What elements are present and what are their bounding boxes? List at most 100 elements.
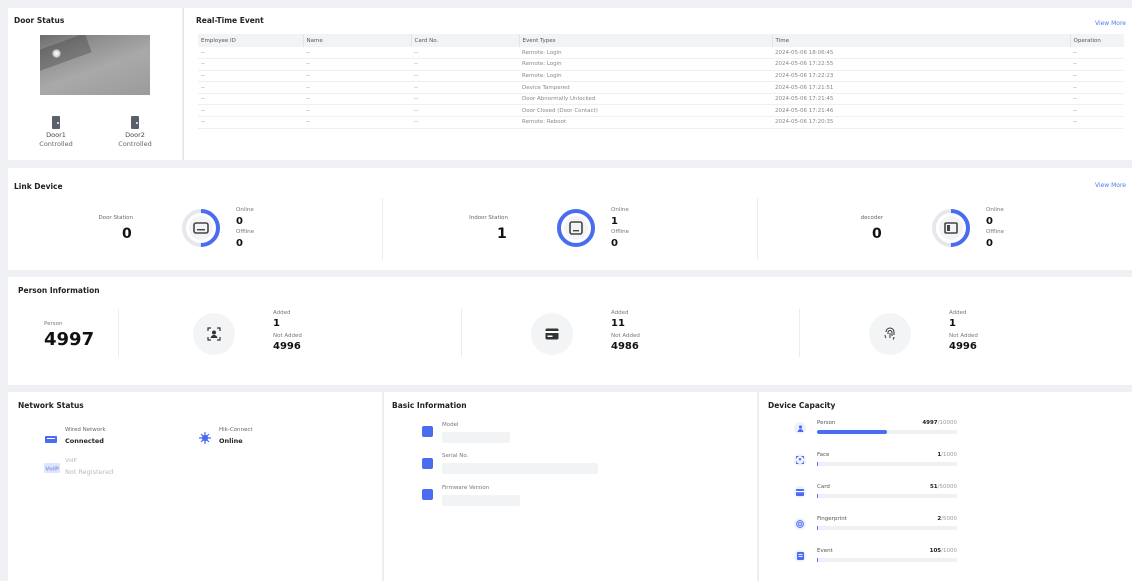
capacity-value: 51/50000	[897, 484, 957, 490]
table-cell: --	[198, 93, 303, 106]
door-item-1[interactable]: Door1 Controlled	[36, 116, 76, 149]
col-time[interactable]: Time	[771, 34, 1070, 47]
capacity-used: 51	[929, 484, 938, 490]
link-device-decoder[interactable]: decoder 0 Online 0 Offline 0	[758, 198, 1132, 258]
capacity-bar	[817, 430, 957, 434]
online-count: 1	[611, 216, 618, 227]
col-event-types[interactable]: Event Types	[518, 34, 772, 47]
offline-count: 0	[236, 238, 243, 249]
table-cell: --	[303, 81, 411, 94]
online-count: 0	[236, 216, 243, 227]
link-device-indoor-station[interactable]: Indoor Station 1 Online 1 Offline 0	[383, 198, 757, 258]
not-added-count: 4996	[949, 341, 977, 352]
offline-label: Offline	[611, 229, 630, 235]
online-count: 0	[986, 216, 993, 227]
table-cell: 2024-05-06 18:06:45	[772, 47, 1070, 60]
capacity-bar-fill	[817, 526, 818, 530]
table-row[interactable]: -- -- -- Remote: Reboot 2024-05-06 17:20:35-…	[198, 116, 1124, 129]
table-cell: --	[1070, 47, 1124, 60]
table-cell: --	[198, 47, 303, 60]
link-device-panel: Link Device View More Door Station 0 Onlin…	[8, 168, 1132, 270]
door-status-title: Door Status	[14, 16, 65, 25]
table-cell: --	[411, 116, 519, 129]
table-cell: Door Abnormally Unlocked	[519, 93, 772, 106]
capacity-value: 105/1000	[897, 548, 957, 554]
table-cell: --	[198, 81, 303, 94]
table-cell: --	[411, 70, 519, 83]
device-type-label: Indoor Station	[469, 215, 508, 221]
wired-network-value: Connected	[65, 437, 104, 445]
not-added-label: Not Added	[273, 333, 302, 339]
link-device-door-station[interactable]: Door Station 0 Online 0 Offline 0	[8, 198, 382, 258]
device-ring-chart	[557, 209, 595, 247]
network-status-panel: Network Status Wired Network Connected H…	[8, 392, 382, 581]
table-cell: --	[303, 93, 411, 106]
network-status-title: Network Status	[18, 401, 84, 410]
device-count: 1	[497, 226, 507, 242]
serial-icon	[422, 458, 433, 469]
event-table: Employee ID Name Card No. Event Types Ti…	[198, 34, 1124, 129]
col-card-no[interactable]: Card No.	[410, 34, 519, 47]
not-added-label: Not Added	[949, 333, 978, 339]
capacity-label: Card	[817, 484, 830, 490]
person-icon	[794, 422, 806, 434]
online-label: Online	[611, 207, 629, 213]
table-cell: --	[303, 47, 411, 60]
table-row[interactable]: -- -- -- Remote: Login 2024-05-06 17:22:55 --	[198, 58, 1124, 71]
added-label: Added	[273, 310, 291, 316]
table-cell: --	[1070, 116, 1124, 129]
firmware-icon	[422, 489, 433, 500]
table-row[interactable]: -- -- -- Remote: Login 2024-05-06 17:22:23 --	[198, 70, 1124, 83]
capacity-bar	[817, 494, 957, 498]
table-cell: 2024-05-06 17:22:23	[772, 70, 1070, 83]
not-added-count: 4986	[611, 341, 639, 352]
table-row[interactable]: -- -- -- Device Tampered 2024-05-06 17:21:51…	[198, 81, 1124, 94]
capacity-value: 4997/10000	[897, 420, 957, 426]
divider	[799, 309, 800, 357]
divider	[382, 198, 383, 260]
door-item-2[interactable]: Door2 Controlled	[115, 116, 155, 149]
capacity-label: Fingerprint	[817, 516, 847, 522]
capacity-total: /50000	[937, 484, 957, 490]
view-more-link[interactable]: View More	[1095, 20, 1126, 27]
divider	[118, 309, 119, 357]
person-count: 4997	[44, 329, 95, 350]
divider	[461, 309, 462, 357]
event-icon	[794, 550, 806, 562]
device-type-label: decoder	[860, 215, 883, 221]
capacity-value: 2/5000	[897, 516, 957, 522]
table-cell: --	[198, 70, 303, 83]
table-cell: --	[198, 58, 303, 71]
col-employee-id[interactable]: Employee ID	[198, 34, 303, 47]
table-row[interactable]: -- -- -- Door Abnormally Unlocked 2024-05-06…	[198, 93, 1124, 106]
capacity-bar-fill	[817, 558, 818, 562]
capacity-bar-fill	[817, 494, 818, 498]
offline-count: 0	[611, 238, 618, 249]
online-label: Online	[236, 207, 254, 213]
capacity-used: 105	[929, 548, 942, 554]
table-cell: --	[303, 70, 411, 83]
wired-network-icon	[45, 436, 57, 443]
table-cell: --	[411, 93, 519, 106]
col-operation[interactable]: Operation	[1069, 34, 1124, 47]
added-count: 1	[949, 318, 956, 329]
link-device-title: Link Device	[14, 182, 63, 191]
table-row[interactable]: -- -- -- Remote: Login 2024-05-06 18:06:45 --	[198, 47, 1124, 60]
col-name[interactable]: Name	[302, 34, 411, 47]
view-more-link[interactable]: View More	[1095, 182, 1126, 189]
offline-label: Offline	[236, 229, 255, 235]
fingerprint-icon	[794, 518, 806, 530]
table-cell: --	[303, 58, 411, 71]
realtime-event-panel: Real-Time Event View More Employee ID Na…	[183, 8, 1132, 160]
added-count: 1	[273, 318, 280, 329]
camera-preview[interactable]	[40, 35, 150, 95]
table-cell: --	[303, 104, 411, 118]
table-row[interactable]: -- -- -- Door Closed (Door Contact) 2024-05-…	[198, 104, 1124, 118]
added-count: 11	[611, 318, 625, 329]
table-cell: 2024-05-06 17:22:55	[772, 58, 1070, 71]
svg-text:VoIP: VoIP	[45, 466, 59, 472]
table-cell: --	[1070, 58, 1124, 71]
voip-value: Not Registered	[65, 468, 114, 476]
added-label: Added	[611, 310, 629, 316]
voip-icon: VoIP	[44, 463, 60, 473]
